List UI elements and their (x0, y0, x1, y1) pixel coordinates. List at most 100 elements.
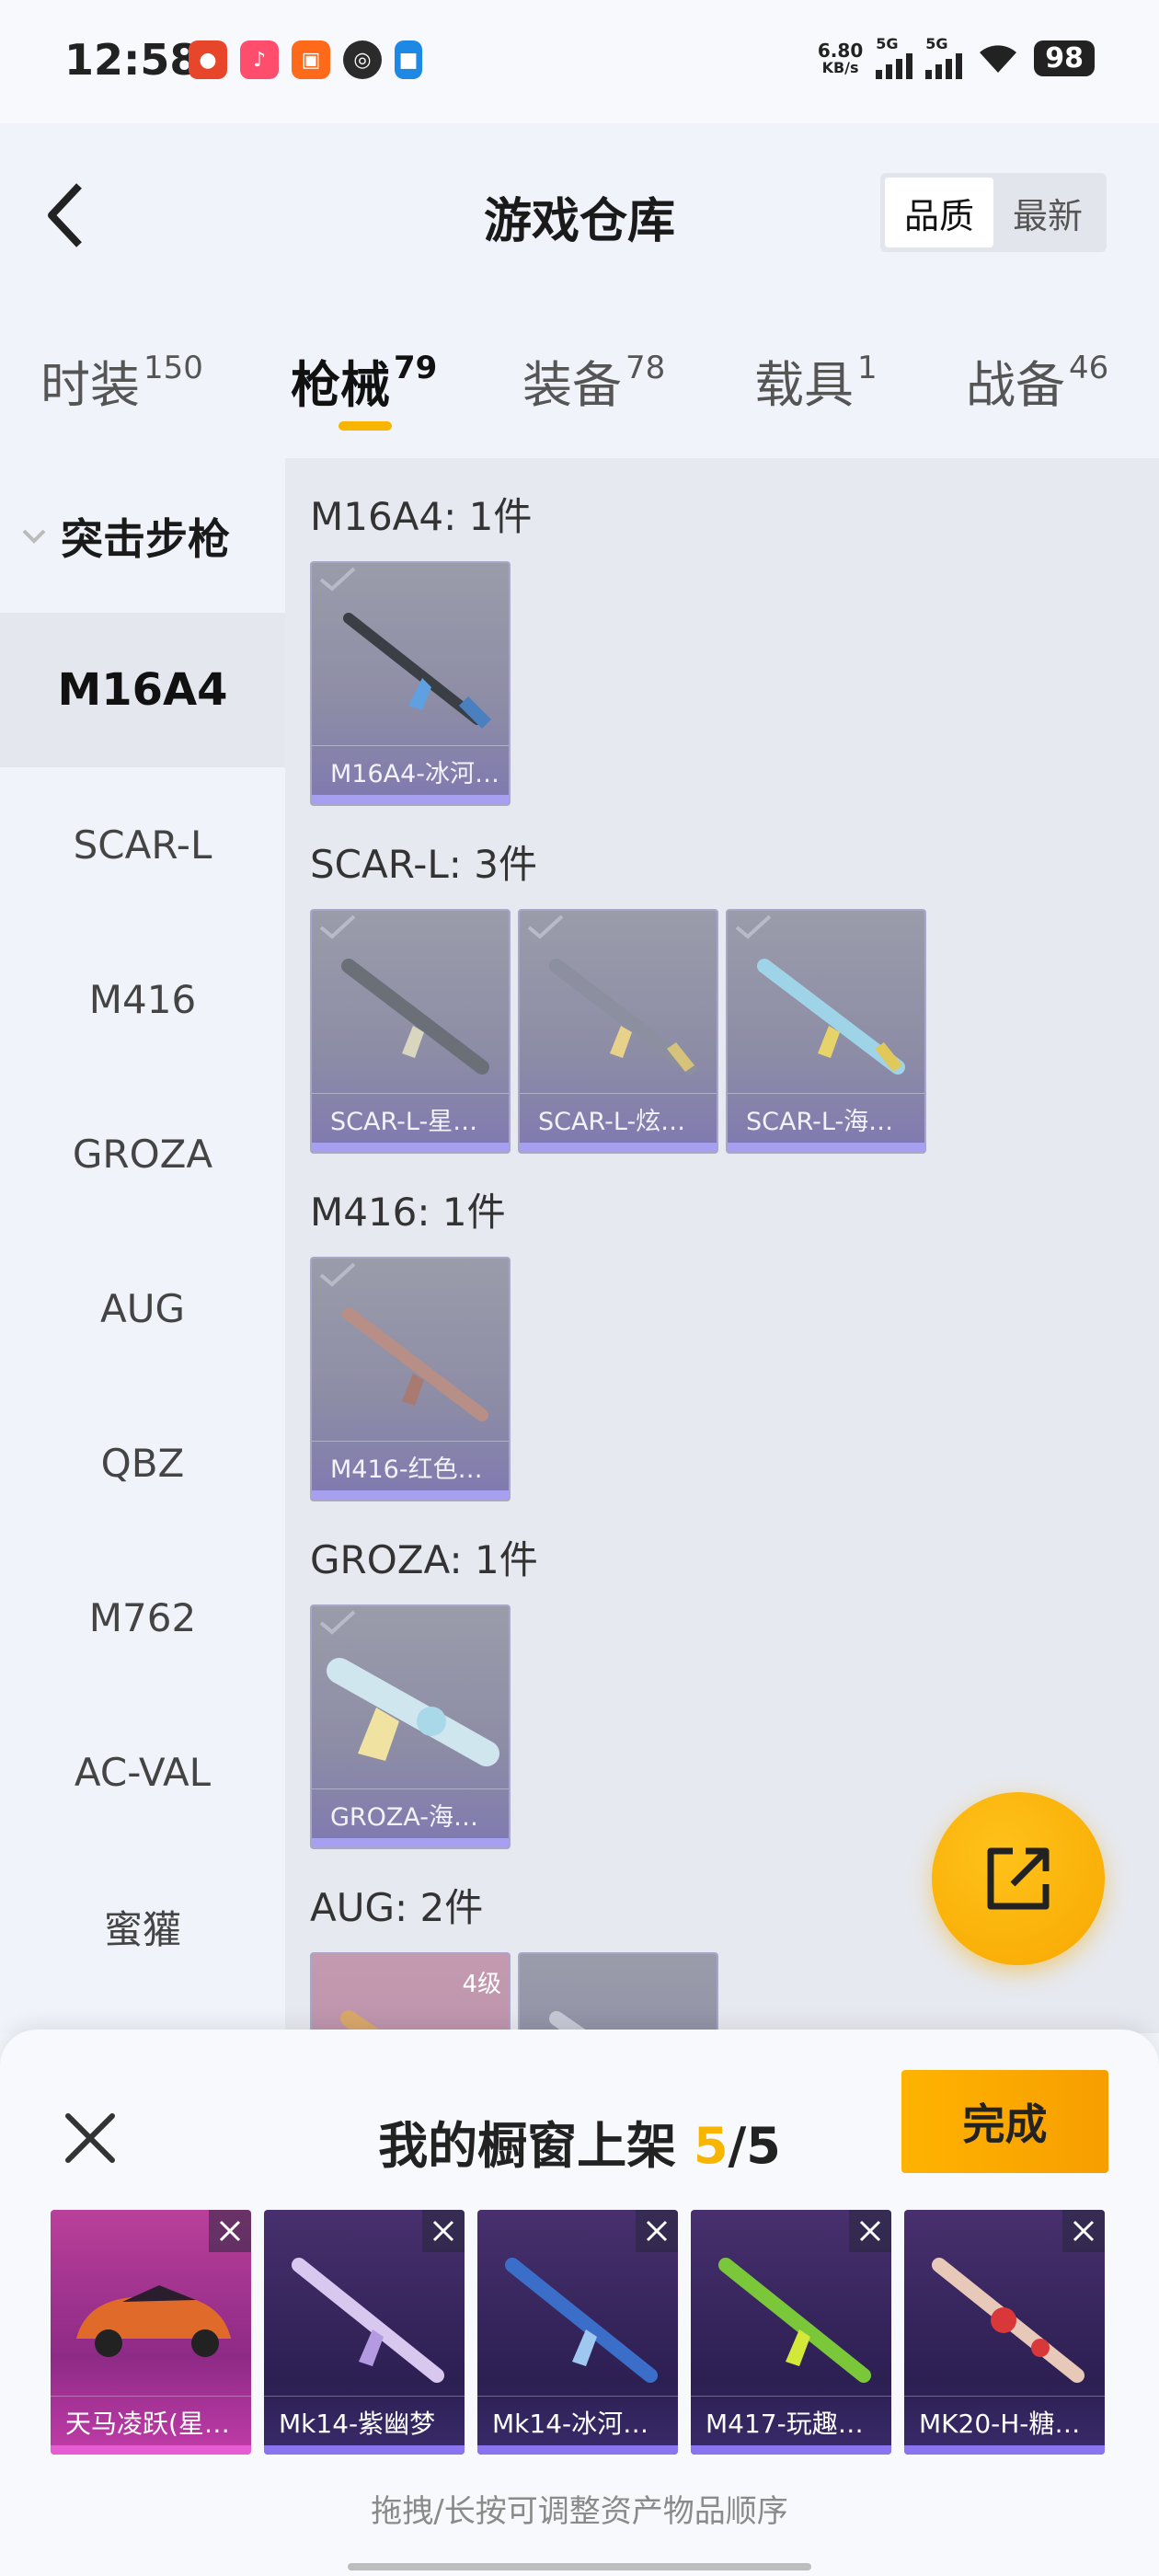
rifle-icon (327, 1658, 499, 1766)
weapon-card-name: SCAR-L-海… (728, 1093, 924, 1139)
shelf-count-total: 5 (746, 2117, 781, 2175)
shelf-item-name: M417-玩趣… (691, 2396, 891, 2444)
weapon-card-name: GROZA-海… (312, 1788, 509, 1834)
showcase-sheet: 我的橱窗上架 5/5 完成 天马凌跃(星… Mk14-紫幽梦 Mk14-冰河… … (0, 2030, 1159, 2576)
rifle-icon (343, 613, 491, 729)
weapon-card[interactable]: 4级 (310, 1952, 511, 2033)
close-icon (432, 2220, 454, 2242)
checkmark-icon (319, 567, 356, 592)
sort-option-quality[interactable]: 品质 (885, 178, 993, 247)
group-title-m16a4: M16A4: 1件 (310, 494, 533, 539)
sidebar-item-m16a4[interactable]: M16A4 (0, 613, 285, 767)
weapon-card-name: SCAR-L-星… (312, 1093, 509, 1139)
app-header: 游戏仓库 品质 最新 (0, 123, 1159, 307)
close-icon (859, 2220, 881, 2242)
clock: 12:58 (64, 35, 200, 85)
checkmark-icon (319, 914, 356, 939)
remove-item-button[interactable] (1062, 2210, 1105, 2252)
rifle-icon (340, 2010, 385, 2033)
sidebar-item-qbz[interactable]: QBZ (0, 1386, 285, 1540)
close-icon (219, 2220, 241, 2242)
done-button[interactable]: 完成 (901, 2070, 1108, 2173)
weapon-card[interactable] (518, 1952, 718, 2033)
sim1-signal-icon: 5G (876, 37, 913, 79)
sidebar-item-groza[interactable]: GROZA (0, 1076, 285, 1231)
notification-icons: ● ♪ ▣ ◎ ■ (189, 40, 422, 79)
sidebar-category-label: 突击步枪 (61, 514, 230, 564)
network-speed: 6.80 KB/s (817, 40, 864, 76)
weapon-card[interactable]: M416-红色… (310, 1257, 511, 1501)
sim2-signal-icon: 5G (925, 37, 963, 79)
home-indicator[interactable] (348, 2563, 811, 2570)
close-icon (646, 2220, 668, 2242)
music-app-icon: ♪ (240, 40, 279, 79)
sidebar-item-ac-val[interactable]: AC-VAL (0, 1695, 285, 1849)
rifle-icon (341, 959, 489, 1075)
tab-supplies[interactable]: 战备 46 (966, 344, 1108, 417)
tab-vehicles[interactable]: 载具 1 (754, 344, 878, 417)
group-title-scar-l: SCAR-L: 3件 (310, 842, 537, 887)
weapon-card-name: M16A4-冰河… (312, 745, 509, 791)
tab-fashion[interactable]: 时装 150 (40, 344, 203, 417)
sidebar-item-scar-l[interactable]: SCAR-L (0, 767, 285, 922)
shelf-item-name: Mk14-冰河… (477, 2396, 678, 2444)
tab-equipment[interactable]: 装备 78 (522, 344, 665, 417)
active-tab-indicator (339, 421, 392, 431)
shelf-item[interactable]: Mk14-紫幽梦 (264, 2210, 465, 2455)
chevron-down-icon (22, 529, 46, 544)
weapon-card[interactable]: SCAR-L-炫… (518, 909, 718, 1154)
battery-indicator: 98 (1034, 40, 1095, 76)
sync-app-icon: ◎ (343, 40, 382, 79)
group-title-m416: M416: 1件 (310, 1190, 506, 1235)
shelf-item-name: 天马凌跃(星… (51, 2396, 251, 2444)
sidebar-item-m416[interactable]: M416 (0, 922, 285, 1076)
rifle-icon (292, 2258, 444, 2383)
tab-weapons[interactable]: 枪械 79 (291, 344, 437, 417)
car-icon (76, 2285, 231, 2357)
weapon-card-name: M416-红色… (312, 1441, 509, 1487)
remove-item-button[interactable] (636, 2210, 678, 2252)
rifle-icon (757, 959, 905, 1075)
shelf-item[interactable]: M417-玩趣… (691, 2210, 891, 2455)
external-link-icon (987, 1847, 1050, 1910)
sidebar-item-m762[interactable]: M762 (0, 1540, 285, 1695)
category-tabs: 时装 150 枪械 79 装备 78 载具 1 战备 46 (0, 307, 1159, 458)
group-title-aug: AUG: 2件 (310, 1885, 484, 1930)
video-app-icon: ▣ (292, 40, 330, 79)
weapon-card[interactable]: GROZA-海… (310, 1604, 511, 1849)
shelf-item-name: Mk14-紫幽梦 (264, 2396, 465, 2444)
status-bar: 12:58 ● ♪ ▣ ◎ ■ 6.80 KB/s 5G 5G 98 (0, 0, 1159, 123)
weapon-card[interactable]: SCAR-L-海… (726, 909, 926, 1154)
shelf-item[interactable]: 天马凌跃(星… (51, 2210, 251, 2455)
rifle-icon (549, 2011, 591, 2033)
weapon-type-sidebar: 突击步枪 M16A4 SCAR-L M416 GROZA AUG QBZ M76… (0, 458, 285, 2033)
remove-item-button[interactable] (422, 2210, 465, 2252)
sort-option-latest[interactable]: 最新 (993, 178, 1102, 247)
sidebar-item-honey-badger[interactable]: 蜜獾 (0, 1849, 285, 2004)
shelf-item-name: MK20-H-糖… (904, 2396, 1105, 2444)
rifle-icon (932, 2258, 1084, 2383)
remove-item-button[interactable] (209, 2210, 251, 2252)
checkmark-icon (527, 914, 564, 939)
shelf-count-current: 5 (693, 2117, 729, 2175)
showcase-shelf: 天马凌跃(星… Mk14-紫幽梦 Mk14-冰河… M417-玩趣… MK20-… (51, 2210, 1105, 2455)
close-icon (1073, 2220, 1095, 2242)
checkmark-icon (319, 1262, 356, 1287)
checkmark-icon (735, 914, 772, 939)
sort-toggle: 品质 最新 (880, 173, 1107, 252)
wifi-icon (980, 45, 1017, 73)
remove-item-button[interactable] (849, 2210, 891, 2252)
weapon-card[interactable]: SCAR-L-星… (310, 909, 511, 1154)
rifle-icon (549, 959, 697, 1075)
shelf-item[interactable]: Mk14-冰河… (477, 2210, 678, 2455)
chat-app-icon: ■ (395, 40, 422, 79)
sidebar-category-header[interactable]: 突击步枪 (0, 495, 285, 578)
rifle-icon (718, 2258, 871, 2383)
shelf-item[interactable]: MK20-H-糖… (904, 2210, 1105, 2455)
rifle-icon (505, 2258, 658, 2383)
weapon-card[interactable]: M16A4-冰河… (310, 561, 511, 806)
checkmark-icon (319, 1610, 356, 1635)
app-notification-icon: ● (189, 40, 227, 79)
sidebar-item-aug[interactable]: AUG (0, 1231, 285, 1386)
share-button[interactable] (932, 1792, 1105, 1965)
